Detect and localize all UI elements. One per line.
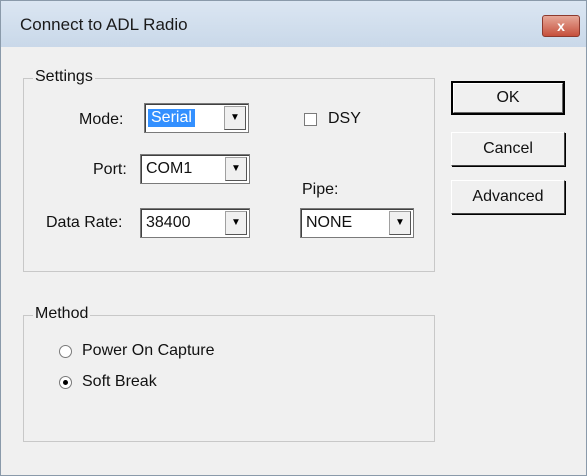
ok-button[interactable]: OK	[451, 81, 565, 115]
cancel-button-label: Cancel	[483, 140, 533, 157]
pipe-value: NONE	[306, 214, 353, 231]
radio-power-on-capture[interactable]	[59, 345, 72, 358]
radio-soft-break[interactable]	[59, 376, 72, 389]
title-bar[interactable]: Connect to ADL Radio x	[1, 1, 586, 47]
radio-selected-dot	[63, 380, 68, 385]
port-value: COM1	[146, 160, 193, 177]
advanced-button[interactable]: Advanced	[451, 180, 565, 214]
power-on-capture-label[interactable]: Power On Capture	[82, 342, 215, 360]
mode-value: Serial	[148, 109, 195, 127]
cancel-button[interactable]: Cancel	[451, 132, 565, 166]
window-title: Connect to ADL Radio	[20, 15, 188, 34]
data-rate-label: Data Rate:	[46, 214, 123, 231]
mode-select[interactable]: Serial ▼	[144, 103, 249, 133]
ok-button-label: OK	[453, 83, 563, 113]
soft-break-label[interactable]: Soft Break	[82, 373, 157, 391]
mode-label: Mode:	[79, 111, 124, 128]
dialog-window: Connect to ADL Radio x Settings Mode: Se…	[0, 0, 587, 476]
pipe-select[interactable]: NONE ▼	[300, 208, 414, 238]
dsy-label: DSY	[328, 110, 361, 127]
method-legend: Method	[33, 305, 91, 323]
close-icon: x	[557, 18, 565, 34]
port-label: Port:	[93, 161, 127, 178]
port-select[interactable]: COM1 ▼	[140, 154, 250, 184]
chevron-down-icon[interactable]: ▼	[225, 211, 247, 235]
dsy-checkbox[interactable]	[304, 113, 317, 126]
chevron-down-icon[interactable]: ▼	[224, 106, 246, 130]
data-rate-select[interactable]: 38400 ▼	[140, 208, 250, 238]
chevron-down-icon[interactable]: ▼	[225, 157, 247, 181]
pipe-label: Pipe:	[302, 181, 339, 198]
dialog-client-area: Settings Mode: Serial ▼ DSY Port: COM1 ▼…	[10, 48, 578, 468]
data-rate-value: 38400	[146, 214, 191, 231]
chevron-down-icon[interactable]: ▼	[389, 211, 411, 235]
settings-legend: Settings	[33, 68, 95, 86]
close-button[interactable]: x	[542, 15, 580, 37]
advanced-button-label: Advanced	[472, 188, 544, 205]
